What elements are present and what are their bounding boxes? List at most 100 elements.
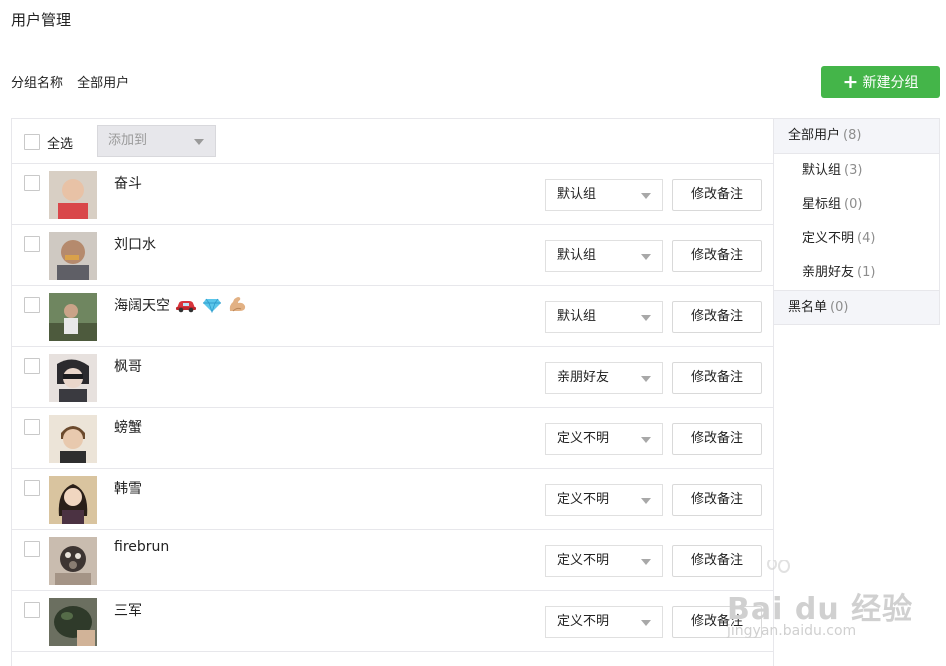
user-name: 奋斗	[114, 176, 142, 192]
user-list: 全选 添加到 奋斗 默认组 修改备注 刘口水 默认组 修改备注 海阔天空 默认组…	[11, 118, 774, 666]
watermark-url: jingyan.baidu.com	[727, 623, 857, 639]
user-row: 螃蟹 定义不明 修改备注	[12, 408, 773, 469]
user-avatar	[49, 354, 97, 402]
page-title: 用户管理	[11, 11, 72, 29]
chevron-down-icon	[641, 437, 651, 443]
user-avatar	[49, 171, 97, 219]
group-select-value: 亲朋好友	[557, 370, 610, 385]
user-row: 枫哥 亲朋好友 修改备注	[12, 347, 773, 408]
user-checkbox[interactable]	[24, 297, 40, 313]
sidebar-item-all-users[interactable]: 全部用户 (8)	[774, 119, 939, 154]
user-row: 刘口水 默认组 修改备注	[12, 225, 773, 286]
sidebar-item-count: (1)	[857, 265, 876, 280]
sidebar-item-label: 默认组	[802, 163, 842, 178]
user-avatar	[49, 293, 97, 341]
edit-remark-button[interactable]: 修改备注	[672, 362, 762, 394]
group-select[interactable]: 定义不明	[545, 606, 663, 638]
user-avatar	[49, 598, 97, 646]
group-select[interactable]: 亲朋好友	[545, 362, 663, 394]
edit-remark-button[interactable]: 修改备注	[672, 179, 762, 211]
user-name: 螃蟹	[114, 420, 142, 436]
user-checkbox[interactable]	[24, 541, 40, 557]
user-name: 韩雪	[114, 481, 142, 497]
user-avatar	[49, 537, 97, 585]
current-group-name: 全部用户	[77, 76, 130, 91]
group-select[interactable]: 定义不明	[545, 484, 663, 516]
group-name-label: 分组名称	[11, 76, 64, 91]
group-select-value: 默认组	[557, 248, 597, 263]
user-avatar	[49, 476, 97, 524]
user-avatar	[49, 232, 97, 280]
edit-remark-button[interactable]: 修改备注	[672, 240, 762, 272]
plus-icon: +	[842, 70, 859, 93]
muscle-icon	[229, 297, 246, 312]
group-select-value: 定义不明	[557, 553, 610, 568]
chevron-down-icon	[641, 376, 651, 382]
user-row: 奋斗 默认组 修改备注	[12, 164, 773, 225]
sidebar-item-count: (0)	[844, 197, 863, 212]
sidebar-item-blacklist[interactable]: 黑名单 (0)	[774, 290, 939, 324]
diamond-icon	[203, 298, 221, 313]
chevron-down-icon	[641, 254, 651, 260]
user-name: 枫哥	[114, 359, 142, 375]
edit-remark-button[interactable]: 修改备注	[672, 301, 762, 333]
add-to-label: 添加到	[108, 133, 148, 148]
user-checkbox[interactable]	[24, 602, 40, 618]
user-checkbox[interactable]	[24, 358, 40, 374]
group-select-value: 默认组	[557, 187, 597, 202]
new-group-button[interactable]: + 新建分组	[821, 66, 940, 98]
group-select-value: 定义不明	[557, 431, 610, 446]
sidebar-item-count: (0)	[830, 300, 849, 315]
chevron-down-icon	[641, 498, 651, 504]
group-select[interactable]: 默认组	[545, 240, 663, 272]
sidebar-item-label: 定义不明	[802, 231, 855, 246]
user-avatar	[49, 415, 97, 463]
user-name: 刘口水	[114, 237, 156, 253]
user-name: 三军	[114, 603, 142, 619]
sidebar-item-undefined-group[interactable]: 定义不明 (4)	[774, 222, 939, 256]
group-select-value: 定义不明	[557, 492, 610, 507]
group-name-line: 分组名称 全部用户	[11, 72, 129, 91]
group-select[interactable]: 定义不明	[545, 423, 663, 455]
user-row: firebrun 定义不明 修改备注	[12, 530, 773, 591]
user-row: 韩雪 定义不明 修改备注	[12, 469, 773, 530]
user-checkbox[interactable]	[24, 175, 40, 191]
sidebar-item-label: 黑名单	[788, 300, 828, 315]
sidebar-item-count: (4)	[857, 231, 876, 246]
edit-remark-button[interactable]: 修改备注	[672, 484, 762, 516]
chevron-down-icon	[641, 559, 651, 565]
watermark-brand: Bai du 经验	[727, 592, 914, 627]
user-row: 三军 定义不明 修改备注	[12, 591, 773, 652]
user-checkbox[interactable]	[24, 480, 40, 496]
select-all-label[interactable]: 全选	[47, 133, 73, 152]
user-checkbox[interactable]	[24, 419, 40, 435]
edit-remark-button[interactable]: 修改备注	[672, 423, 762, 455]
sidebar-item-label: 亲朋好友	[802, 265, 855, 280]
sidebar-item-count: (3)	[844, 163, 863, 178]
new-group-label: 新建分组	[862, 75, 919, 91]
sidebar-item-friends-group[interactable]: 亲朋好友 (1)	[774, 256, 939, 290]
user-name: firebrun	[114, 539, 170, 555]
chevron-down-icon	[194, 139, 204, 145]
group-sidebar: 全部用户 (8) 默认组 (3) 星标组 (0) 定义不明 (4) 亲朋好友 (1) 黑名…	[773, 118, 940, 325]
chevron-down-icon	[641, 315, 651, 321]
add-to-dropdown[interactable]: 添加到	[97, 125, 216, 157]
user-name: 海阔天空	[114, 295, 247, 315]
sidebar-item-count: (8)	[843, 128, 862, 143]
car-icon	[176, 301, 196, 313]
select-all-checkbox[interactable]	[24, 134, 40, 150]
sidebar-item-label: 全部用户	[788, 128, 841, 143]
group-select[interactable]: 定义不明	[545, 545, 663, 577]
chevron-down-icon	[641, 193, 651, 199]
user-checkbox[interactable]	[24, 236, 40, 252]
chevron-down-icon	[641, 620, 651, 626]
user-row: 海阔天空 默认组 修改备注	[12, 286, 773, 347]
group-select-value: 定义不明	[557, 614, 610, 629]
group-select[interactable]: 默认组	[545, 179, 663, 211]
sidebar-item-default-group[interactable]: 默认组 (3)	[774, 154, 939, 188]
sidebar-item-star-group[interactable]: 星标组 (0)	[774, 188, 939, 222]
group-select-value: 默认组	[557, 309, 597, 324]
group-select[interactable]: 默认组	[545, 301, 663, 333]
list-header: 全选 添加到	[12, 119, 773, 164]
sidebar-item-label: 星标组	[802, 197, 842, 212]
